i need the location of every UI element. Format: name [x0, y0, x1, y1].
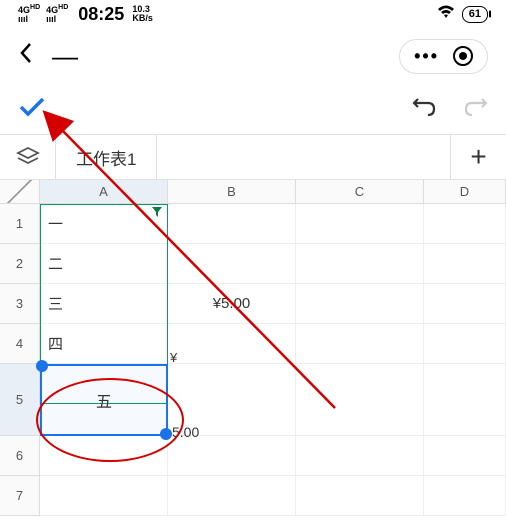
redo-button[interactable]: [462, 95, 488, 124]
cell-c6[interactable]: [296, 436, 424, 476]
table-row: 2 二: [0, 244, 506, 284]
cell-b3[interactable]: ¥5.00: [168, 284, 296, 324]
cell-b5[interactable]: [168, 364, 296, 436]
cell-a5[interactable]: [40, 364, 168, 436]
spreadsheet-grid[interactable]: A B C D 1 一 2 二 3 三 ¥5.00 4 四: [0, 180, 506, 516]
clock: 08:25: [78, 4, 124, 25]
minimize-button[interactable]: —: [52, 41, 78, 72]
cell-d3[interactable]: [424, 284, 506, 324]
cell-a1[interactable]: 一: [40, 204, 168, 244]
table-row: 7: [0, 476, 506, 516]
row-header-4[interactable]: 4: [0, 324, 40, 364]
table-row: 4 四: [0, 324, 506, 364]
status-right: 61: [436, 4, 488, 25]
col-header-c[interactable]: C: [296, 180, 424, 204]
row-header-6[interactable]: 6: [0, 436, 40, 476]
col-header-d[interactable]: D: [424, 180, 506, 204]
row-header-7[interactable]: 7: [0, 476, 40, 516]
cell-d7[interactable]: [424, 476, 506, 516]
row-header-5[interactable]: 5: [0, 364, 40, 436]
table-row: 3 三 ¥5.00: [0, 284, 506, 324]
back-button[interactable]: [18, 41, 34, 72]
status-left: 4GHD ıııl 4GHD ıııl 08:25 10.3KB/s: [18, 4, 153, 25]
cell-a2[interactable]: 二: [40, 244, 168, 284]
row-header-1[interactable]: 1: [0, 204, 40, 244]
sheets-list-button[interactable]: [0, 135, 56, 179]
sheet-tab-active[interactable]: 工作表1: [56, 135, 157, 179]
wifi-icon: [436, 4, 456, 25]
table-row: 1 一: [0, 204, 506, 244]
status-bar: 4GHD ıııl 4GHD ıııl 08:25 10.3KB/s 61: [0, 0, 506, 28]
col-header-b[interactable]: B: [168, 180, 296, 204]
cell-b4[interactable]: [168, 324, 296, 364]
cell-b6[interactable]: [168, 436, 296, 476]
cell-b2[interactable]: [168, 244, 296, 284]
cell-b1[interactable]: [168, 204, 296, 244]
add-sheet-button[interactable]: +: [450, 135, 506, 179]
cell-a4[interactable]: 四: [40, 324, 168, 364]
cell-c3[interactable]: [296, 284, 424, 324]
cell-c1[interactable]: [296, 204, 424, 244]
mini-program-controls: •••: [399, 39, 488, 74]
undo-button[interactable]: [412, 95, 438, 124]
top-nav: — •••: [0, 28, 506, 84]
cell-a7[interactable]: [40, 476, 168, 516]
column-headers: A B C D: [0, 180, 506, 204]
cell-a3[interactable]: 三: [40, 284, 168, 324]
cell-c2[interactable]: [296, 244, 424, 284]
confirm-button[interactable]: [18, 93, 46, 125]
cell-d6[interactable]: [424, 436, 506, 476]
table-row: 5: [0, 364, 506, 436]
signal-2: 4GHD ıııl: [46, 5, 68, 22]
action-bar: [0, 84, 506, 134]
cell-c7[interactable]: [296, 476, 424, 516]
battery-indicator: 61: [462, 6, 488, 23]
cell-d5[interactable]: [424, 364, 506, 436]
row-header-2[interactable]: 2: [0, 244, 40, 284]
close-target-icon[interactable]: [453, 46, 473, 66]
sheet-tab-bar: 工作表1 +: [0, 134, 506, 180]
cell-d4[interactable]: [424, 324, 506, 364]
signal-1: 4GHD ıııl: [18, 5, 40, 22]
table-row: 6: [0, 436, 506, 476]
cell-a6[interactable]: [40, 436, 168, 476]
net-speed: 10.3KB/s: [132, 5, 153, 23]
row-header-3[interactable]: 3: [0, 284, 40, 324]
more-icon[interactable]: •••: [414, 46, 439, 67]
cell-b7[interactable]: [168, 476, 296, 516]
cell-c5[interactable]: [296, 364, 424, 436]
col-header-a[interactable]: A: [40, 180, 168, 204]
filter-icon[interactable]: [151, 206, 163, 221]
select-all-corner[interactable]: [0, 180, 40, 204]
cell-d2[interactable]: [424, 244, 506, 284]
cell-d1[interactable]: [424, 204, 506, 244]
cell-c4[interactable]: [296, 324, 424, 364]
